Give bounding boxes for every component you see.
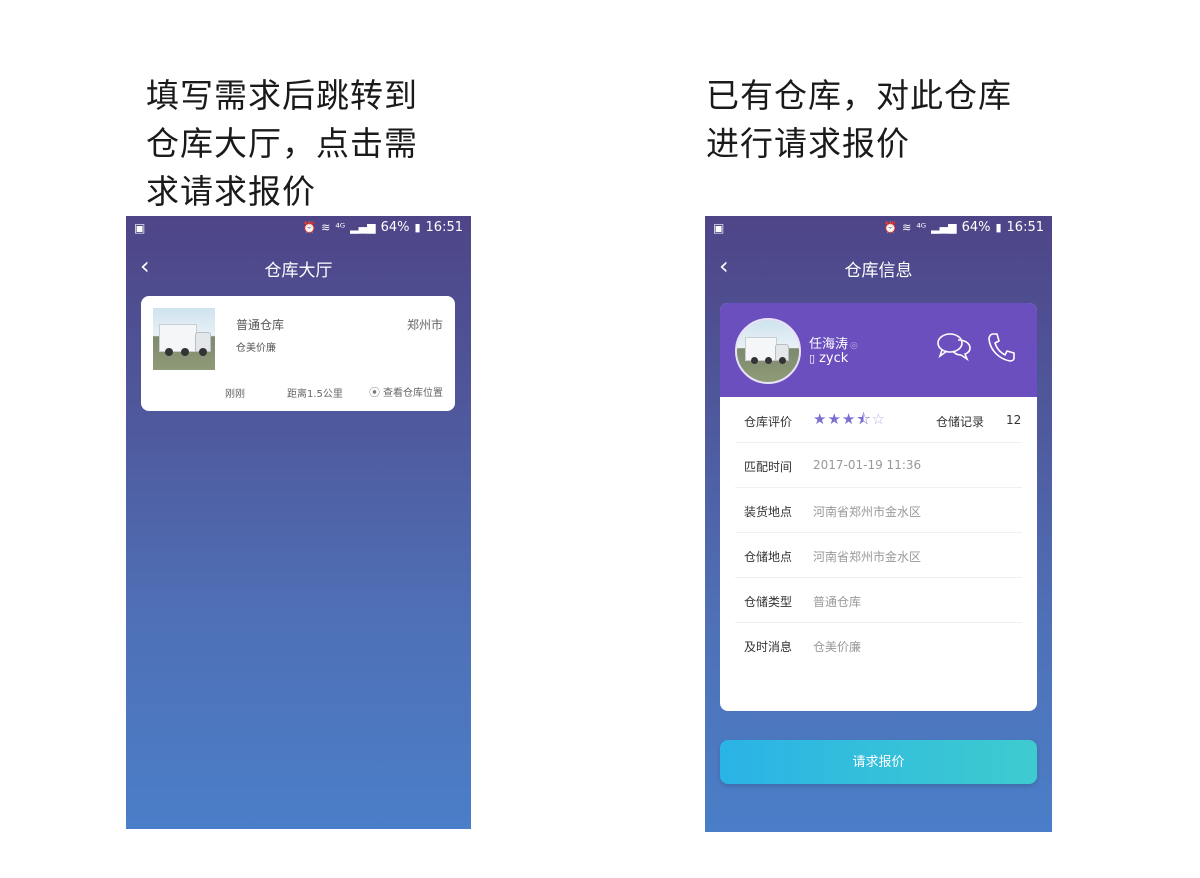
battery-icon: ▮ <box>995 221 1002 234</box>
view-location-link[interactable]: ⦿ 查看仓库位置 <box>369 384 443 400</box>
battery-percent: 64% <box>380 220 410 235</box>
phone-screen-warehouse-hall: ▣ ⏰ ≋ ⁴ᴳ ▂▄▆ 64% ▮ 16:51 ‹ 仓库大厅 普通仓库 郑州市… <box>126 216 471 829</box>
warehouse-city: 郑州市 <box>406 318 443 332</box>
signal-icon: ⁴ᴳ <box>916 221 927 234</box>
phone-call-icon <box>988 333 1015 362</box>
detail-row: 装货地点 河南省郑州市金水区 <box>735 488 1022 533</box>
caption-left: 填写需求后跳转到 仓库大厅，点击需 求请求报价 <box>146 76 418 211</box>
verified-icon: ◎ <box>850 341 858 351</box>
signal-bars-icon: ▂▄▆ <box>350 221 376 234</box>
detail-row: 及时消息 仓美价廉 <box>735 623 1022 667</box>
posted-time: 刚刚 <box>225 389 245 400</box>
detail-row: 仓储地点 河南省郑州市金水区 <box>735 533 1022 578</box>
battery-percent: 64% <box>961 220 991 235</box>
distance: 距离1.5公里 <box>287 389 343 400</box>
notification-icon: ▣ <box>713 221 725 235</box>
rating-stars: ★★★⯪☆ <box>813 409 886 434</box>
star-icon: ★ <box>841 410 857 428</box>
nav-bar: ‹ 仓库大厅 <box>126 250 471 284</box>
detail-label: 仓储类型 <box>744 595 793 609</box>
location-pin-icon: ⦿ <box>369 386 380 399</box>
wifi-icon: ≋ <box>902 221 912 234</box>
record-count: 12 <box>1006 413 1022 427</box>
notification-icon: ▣ <box>134 221 146 235</box>
chat-icon <box>937 333 971 362</box>
star-icon: ★ <box>827 410 842 428</box>
owner-header: 任海涛 ◎ ▯ zyck <box>720 303 1037 397</box>
detail-row: 仓储类型 普通仓库 <box>735 578 1022 623</box>
detail-label: 装货地点 <box>744 505 793 519</box>
detail-value: 河南省郑州市金水区 <box>813 550 922 564</box>
detail-label: 匹配时间 <box>744 460 793 474</box>
page-title: 仓库大厅 <box>264 261 333 281</box>
record-label: 仓储记录 <box>936 415 985 429</box>
warehouse-slogan: 仓美价廉 <box>236 343 276 354</box>
detail-label: 及时消息 <box>744 640 793 654</box>
detail-value: 仓美价廉 <box>813 640 862 654</box>
detail-row: 匹配时间 2017-01-19 11:36 <box>735 443 1022 488</box>
detail-value: 2017-01-19 11:36 <box>813 458 922 472</box>
alarm-icon: ⏰ <box>302 221 317 234</box>
clock: 16:51 <box>1006 220 1044 235</box>
star-half-icon: ⯪ <box>856 410 872 428</box>
chat-button[interactable] <box>936 331 972 362</box>
phone-screen-warehouse-info: ▣ ⏰ ≋ ⁴ᴳ ▂▄▆ 64% ▮ 16:51 ‹ 仓库信息 任海涛 ◎ ▯ … <box>705 216 1052 832</box>
alarm-icon: ⏰ <box>883 221 898 234</box>
page-title: 仓库信息 <box>844 261 913 281</box>
mobile-icon: ▯ <box>809 352 816 365</box>
rating-row: 仓库评价 ★★★⯪☆ 仓储记录 12 <box>735 398 1022 443</box>
owner-company-row: ▯ zyck <box>809 351 848 366</box>
rating-label: 仓库评价 <box>744 415 793 429</box>
owner-company: zyck <box>819 351 849 366</box>
request-quote-button[interactable]: 请求报价 <box>720 740 1037 784</box>
caption-right: 已有仓库，对此仓库 进行请求报价 <box>706 76 1012 163</box>
signal-icon: ⁴ᴳ <box>335 221 346 234</box>
warehouse-detail-card: 任海涛 ◎ ▯ zyck 仓库评价 ★★★⯪☆ 仓储记录 12 匹配时间 201… <box>720 303 1037 711</box>
owner-name: 任海涛 <box>809 337 849 352</box>
owner-name-row: 任海涛 ◎ <box>809 333 858 352</box>
call-button[interactable] <box>986 331 1016 363</box>
detail-value: 河南省郑州市金水区 <box>813 505 922 519</box>
view-location-label: 查看仓库位置 <box>383 388 443 399</box>
detail-label: 仓储地点 <box>744 550 793 564</box>
battery-icon: ▮ <box>414 221 421 234</box>
detail-value: 普通仓库 <box>813 595 862 609</box>
warehouse-card[interactable]: 普通仓库 郑州市 仓美价廉 刚刚 距离1.5公里 ⦿ 查看仓库位置 <box>141 296 455 411</box>
status-bar: ▣ ⏰ ≋ ⁴ᴳ ▂▄▆ 64% ▮ 16:51 <box>126 216 471 240</box>
warehouse-thumbnail <box>153 308 215 370</box>
nav-bar: ‹ 仓库信息 <box>705 250 1052 284</box>
detail-list: 仓库评价 ★★★⯪☆ 仓储记录 12 匹配时间 2017-01-19 11:36… <box>735 398 1022 667</box>
star-icon: ★ <box>813 410 828 428</box>
signal-bars-icon: ▂▄▆ <box>931 221 957 234</box>
avatar <box>735 318 801 384</box>
warehouse-type: 普通仓库 <box>236 318 285 332</box>
star-empty-icon: ☆ <box>871 410 887 428</box>
status-bar: ▣ ⏰ ≋ ⁴ᴳ ▂▄▆ 64% ▮ 16:51 <box>705 216 1052 240</box>
wifi-icon: ≋ <box>321 221 331 234</box>
clock: 16:51 <box>425 220 463 235</box>
